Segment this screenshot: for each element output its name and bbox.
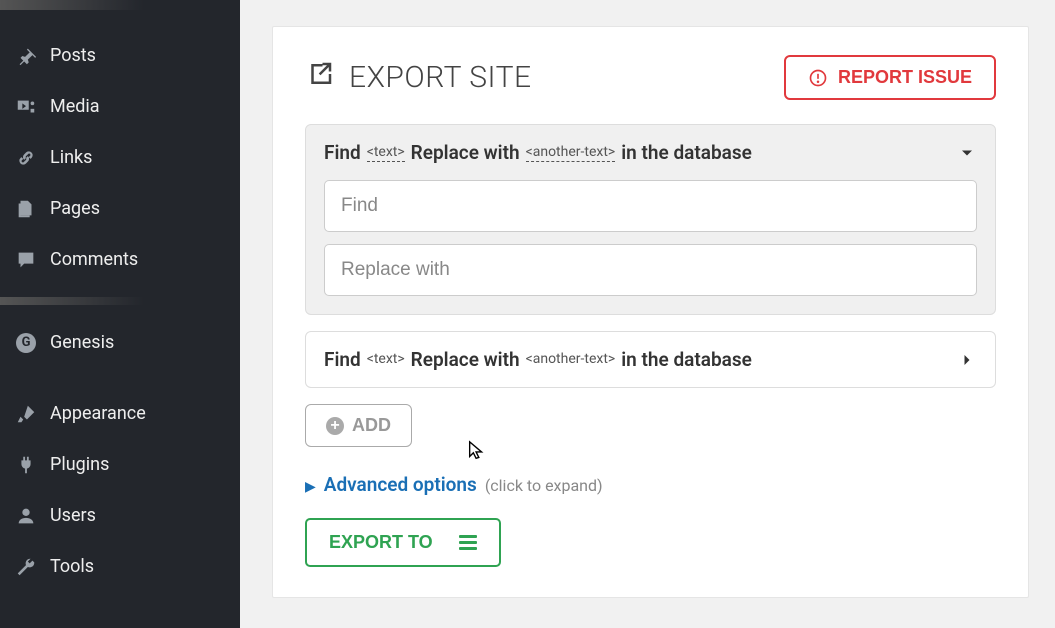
sidebar-item-label: Genesis [50, 332, 114, 353]
link-icon [14, 146, 38, 170]
find-replace-panel-closed[interactable]: Find <text> Replace with <another-text> … [305, 331, 996, 388]
menu-icon [459, 535, 477, 550]
add-button[interactable]: + ADD [305, 404, 412, 447]
sidebar-item-label: Comments [50, 249, 138, 270]
sidebar-item-label: Media [50, 96, 100, 117]
genesis-icon: G [14, 331, 38, 355]
chevron-down-icon[interactable] [957, 143, 977, 163]
user-icon [14, 504, 38, 528]
sidebar-item-posts[interactable]: Posts [0, 30, 240, 81]
sidebar-item-pages[interactable]: Pages [0, 183, 240, 234]
sidebar-item-label: Links [50, 147, 92, 168]
sidebar-item-label: Posts [50, 45, 96, 66]
sidebar-item-users[interactable]: Users [0, 490, 240, 541]
sidebar-separator [0, 297, 240, 305]
advanced-options-toggle[interactable]: ▶ Advanced options (click to expand) [305, 473, 996, 496]
find-input[interactable] [324, 180, 977, 232]
replace-input[interactable] [324, 244, 977, 296]
sidebar-item-appearance[interactable]: Appearance [0, 388, 240, 439]
add-label: ADD [352, 415, 391, 436]
sidebar-item-label: Users [50, 505, 96, 526]
sidebar-item-label: Pages [50, 198, 100, 219]
sidebar-item-label: Appearance [50, 403, 146, 424]
page-title: EXPORT SITE [305, 59, 532, 97]
sidebar-item-comments[interactable]: Comments [0, 234, 240, 285]
export-to-label: EXPORT TO [329, 532, 433, 553]
sidebar-item-plugins[interactable]: Plugins [0, 439, 240, 490]
sidebar-item-label: Plugins [50, 454, 109, 475]
panel-header[interactable]: Find <text> Replace with <another-text> … [324, 141, 977, 164]
sidebar-item-media[interactable]: Media [0, 81, 240, 132]
sidebar-active-highlight [0, 0, 240, 10]
comment-icon [14, 248, 38, 272]
brush-icon [14, 402, 38, 426]
plug-icon [14, 453, 38, 477]
pin-icon [14, 44, 38, 68]
plus-circle-icon: + [326, 417, 344, 435]
alert-icon [808, 68, 828, 88]
page-title-text: EXPORT SITE [349, 60, 532, 95]
sidebar-item-tools[interactable]: Tools [0, 541, 240, 592]
panel-header: Find <text> Replace with <another-text> … [324, 348, 977, 371]
advanced-options-hint: (click to expand) [485, 476, 603, 495]
admin-sidebar: Posts Media Links Pages Comments G [0, 0, 240, 628]
triangle-right-icon: ▶ [305, 479, 316, 495]
sidebar-item-genesis[interactable]: G Genesis [0, 317, 240, 368]
chevron-right-icon[interactable] [957, 350, 977, 370]
export-card: EXPORT SITE REPORT ISSUE Find <text> Rep… [272, 26, 1029, 598]
find-replace-panel-open: Find <text> Replace with <another-text> … [305, 124, 996, 315]
pages-icon [14, 197, 38, 221]
advanced-options-label: Advanced options [324, 473, 477, 496]
export-to-button[interactable]: EXPORT TO [305, 518, 501, 567]
report-issue-button[interactable]: REPORT ISSUE [784, 55, 996, 100]
wrench-icon [14, 555, 38, 579]
sidebar-item-label: Tools [50, 556, 94, 577]
main-content: EXPORT SITE REPORT ISSUE Find <text> Rep… [240, 0, 1055, 628]
export-icon [305, 59, 335, 97]
sidebar-item-links[interactable]: Links [0, 132, 240, 183]
report-issue-label: REPORT ISSUE [838, 67, 972, 88]
media-icon [14, 95, 38, 119]
